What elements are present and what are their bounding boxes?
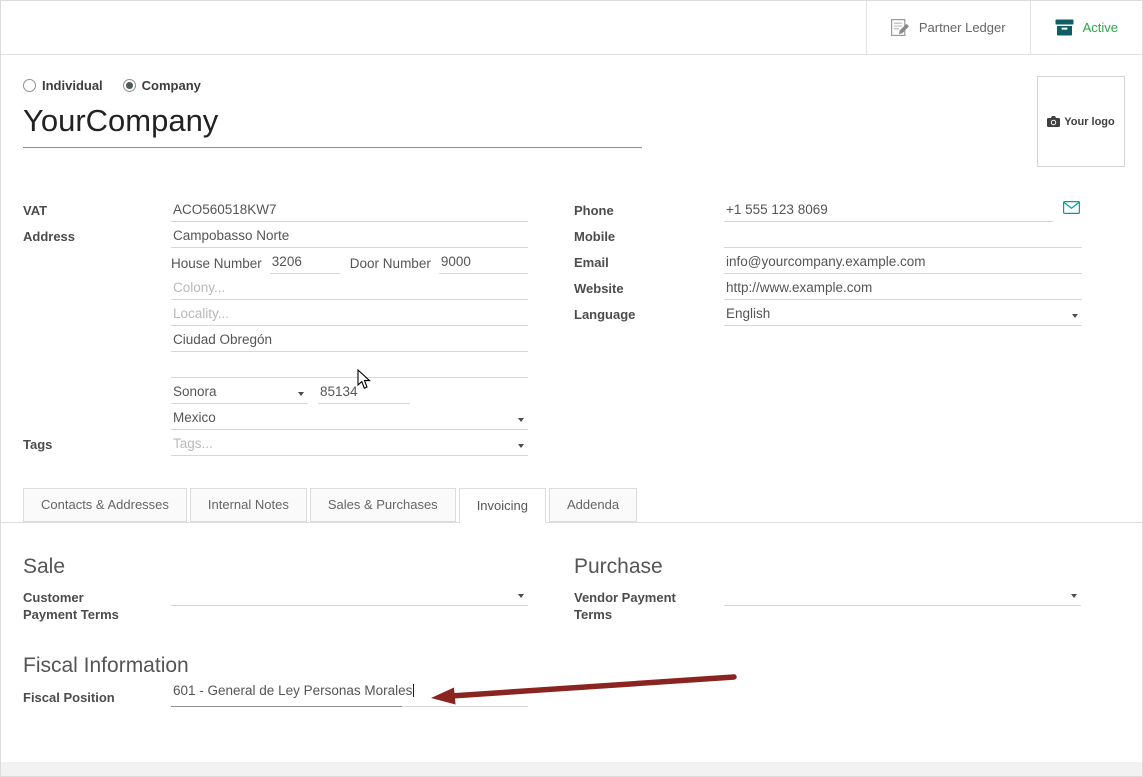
address-label: Address bbox=[23, 229, 171, 248]
fiscal-position-focus-underline bbox=[171, 706, 402, 707]
mobile-input[interactable] bbox=[724, 244, 1082, 248]
city-row: Ciudad Obregón bbox=[23, 326, 528, 352]
individual-radio[interactable]: Individual bbox=[23, 78, 103, 93]
purchase-heading: Purchase bbox=[574, 555, 663, 579]
street-row: Address Campobasso Norte bbox=[23, 222, 528, 248]
tab-sales-purchases[interactable]: Sales & Purchases bbox=[310, 488, 456, 522]
phone-label: Phone bbox=[574, 203, 724, 222]
house-door-row: House Number 3206 Door Number 9000 bbox=[23, 248, 528, 274]
website-label: Website bbox=[574, 281, 724, 300]
locality-input[interactable]: Locality... bbox=[171, 306, 528, 326]
partner-ledger-button[interactable]: Partner Ledger bbox=[866, 1, 1030, 54]
radio-unchecked-icon bbox=[23, 79, 36, 92]
customer-payment-terms-select[interactable] bbox=[171, 584, 528, 606]
tab-internal-notes[interactable]: Internal Notes bbox=[190, 488, 307, 522]
website-row: Website http://www.example.com bbox=[574, 274, 1082, 300]
radio-checked-icon bbox=[123, 79, 136, 92]
mobile-row: Mobile bbox=[574, 222, 1082, 248]
colony-row: Colony... bbox=[23, 274, 528, 300]
tab-addenda[interactable]: Addenda bbox=[549, 488, 637, 522]
logo-label: Your logo bbox=[1064, 116, 1115, 128]
right-field-column: Phone +1 555 123 8069 Mobile Email info@… bbox=[574, 196, 1082, 326]
locality-row: Locality... bbox=[23, 300, 528, 326]
mobile-label: Mobile bbox=[574, 229, 724, 248]
door-number-input[interactable]: 9000 bbox=[439, 254, 528, 274]
top-toolbar: Partner Ledger Active bbox=[1, 1, 1142, 55]
city-input[interactable]: Ciudad Obregón bbox=[171, 332, 528, 352]
phone-input[interactable]: +1 555 123 8069 bbox=[724, 202, 1053, 222]
locality-placeholder: Locality... bbox=[173, 306, 229, 321]
website-input[interactable]: http://www.example.com bbox=[724, 280, 1082, 300]
country-select[interactable]: Mexico bbox=[171, 410, 528, 430]
company-logo-uploader[interactable]: Your logo bbox=[1037, 76, 1125, 167]
door-number-label: Door Number bbox=[350, 256, 431, 274]
state-zip-row: Sonora 85134 bbox=[23, 378, 528, 404]
vendor-payment-terms-select[interactable] bbox=[724, 584, 1081, 606]
fiscal-information-heading: Fiscal Information bbox=[23, 654, 189, 678]
house-number-label: House Number bbox=[171, 256, 262, 274]
language-row: Language English bbox=[574, 300, 1082, 326]
sms-envelope-icon[interactable] bbox=[1063, 201, 1080, 219]
email-label: Email bbox=[574, 255, 724, 274]
customer-payment-terms-label: Customer Payment Terms bbox=[23, 589, 141, 623]
tags-row: Tags Tags... bbox=[23, 430, 528, 456]
company-radio-label: Company bbox=[142, 78, 201, 93]
active-label: Active bbox=[1083, 20, 1118, 35]
company-type-radio-group: Individual Company bbox=[23, 78, 201, 93]
notebook-tabs: Contacts & Addresses Internal Notes Sale… bbox=[23, 488, 640, 523]
edit-document-icon bbox=[891, 19, 910, 36]
footer-strip bbox=[1, 762, 1142, 776]
house-number-input[interactable]: 3206 bbox=[270, 254, 340, 274]
email-row: Email info@yourcompany.example.com bbox=[574, 248, 1082, 274]
city-select-row bbox=[23, 352, 528, 378]
city-select[interactable] bbox=[171, 374, 528, 378]
email-input[interactable]: info@yourcompany.example.com bbox=[724, 254, 1082, 274]
vat-input[interactable]: ACO560518KW7 bbox=[171, 202, 528, 222]
street-input[interactable]: Campobasso Norte bbox=[171, 228, 528, 248]
language-select[interactable]: English bbox=[724, 306, 1082, 326]
company-radio[interactable]: Company bbox=[123, 78, 201, 93]
fiscal-position-value: 601 - General de Ley Personas Morales bbox=[173, 683, 412, 698]
zip-input[interactable]: 85134 bbox=[318, 384, 410, 404]
tags-placeholder: Tags... bbox=[173, 436, 213, 451]
fiscal-position-label: Fiscal Position bbox=[23, 689, 171, 706]
text-cursor bbox=[413, 684, 414, 697]
tags-select[interactable]: Tags... bbox=[171, 436, 528, 456]
company-name-input[interactable]: YourCompany bbox=[23, 103, 642, 148]
phone-row: Phone +1 555 123 8069 bbox=[574, 196, 1082, 222]
archive-box-icon bbox=[1055, 19, 1074, 36]
country-row: Mexico bbox=[23, 404, 528, 430]
left-field-column: VAT ACO560518KW7 Address Campobasso Nort… bbox=[23, 196, 528, 456]
tab-invoicing[interactable]: Invoicing bbox=[459, 488, 546, 523]
vat-row: VAT ACO560518KW7 bbox=[23, 196, 528, 222]
vat-label: VAT bbox=[23, 203, 171, 222]
vendor-payment-terms-label: Vendor Payment Terms bbox=[574, 589, 692, 623]
partner-ledger-label: Partner Ledger bbox=[919, 20, 1006, 35]
tab-contacts-addresses[interactable]: Contacts & Addresses bbox=[23, 488, 187, 522]
tags-label: Tags bbox=[23, 437, 171, 456]
active-toggle-button[interactable]: Active bbox=[1030, 1, 1142, 54]
sale-heading: Sale bbox=[23, 555, 65, 579]
camera-icon bbox=[1047, 116, 1060, 127]
state-select[interactable]: Sonora bbox=[171, 384, 308, 404]
colony-input[interactable]: Colony... bbox=[171, 280, 528, 300]
fiscal-position-input[interactable]: 601 - General de Ley Personas Morales bbox=[171, 683, 528, 707]
language-label: Language bbox=[574, 307, 724, 326]
partner-form-page: Partner Ledger Active Individual Company… bbox=[0, 0, 1143, 777]
individual-radio-label: Individual bbox=[42, 78, 103, 93]
colony-placeholder: Colony... bbox=[173, 280, 225, 295]
